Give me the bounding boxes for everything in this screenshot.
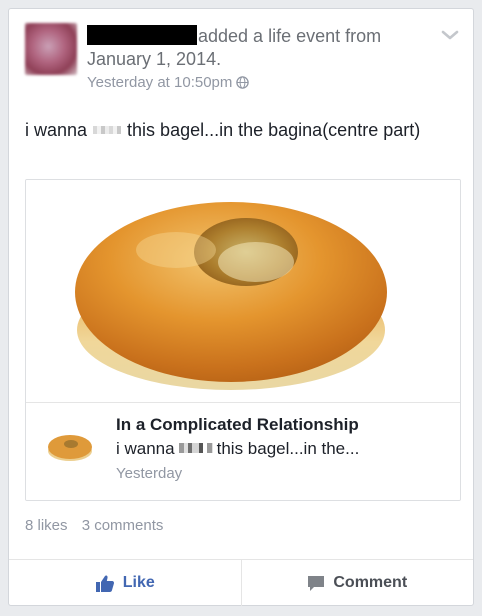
like-label: Like [122, 574, 155, 591]
relationship-status-title[interactable]: In a Complicated Relationship [116, 415, 359, 435]
post-timestamp[interactable]: Yesterday at 10:50pm [87, 74, 232, 91]
action-bar: Like Comment [9, 559, 473, 606]
attachment-desc-start: i wanna [116, 439, 175, 458]
bagel-image [26, 180, 460, 402]
likes-count[interactable]: 8 likes [25, 517, 68, 534]
comment-label: Comment [333, 574, 408, 591]
post-meta: Yesterday at 10:50pm [87, 74, 250, 91]
thumbs-up-icon [95, 575, 114, 592]
attachment-description: i wanna this bagel...in the... [116, 439, 359, 459]
censored-word [178, 443, 213, 453]
post-text-start: i wanna [25, 120, 88, 140]
bagel-thumbnail [40, 425, 100, 471]
post-text-end: this bagel...in the bagina(centre part) [127, 120, 421, 140]
post-stats: 8 likes 3 comments [25, 517, 163, 534]
comment-icon [308, 575, 325, 591]
life-event-attachment[interactable]: In a Complicated Relationship i wanna thi… [25, 179, 461, 501]
post-header: added a life event from January 1, 2014. [87, 25, 427, 71]
like-button[interactable]: Like [9, 560, 242, 606]
globe-icon [236, 76, 250, 89]
comment-button[interactable]: Comment [242, 560, 474, 606]
post-card: added a life event from January 1, 2014.… [8, 8, 474, 606]
avatar[interactable] [25, 23, 77, 75]
censored-word [93, 126, 122, 134]
author-name-redacted[interactable] [87, 25, 197, 45]
attachment-time: Yesterday [116, 465, 183, 482]
post-message: i wanna this bagel...in the bagina(centre… [25, 119, 455, 142]
attachment-details: In a Complicated Relationship i wanna thi… [26, 402, 460, 500]
comments-count[interactable]: 3 comments [82, 517, 164, 534]
attachment-desc-end: this bagel...in the... [216, 439, 360, 458]
chevron-down-icon[interactable] [441, 29, 459, 41]
bagel-photo [75, 202, 387, 390]
